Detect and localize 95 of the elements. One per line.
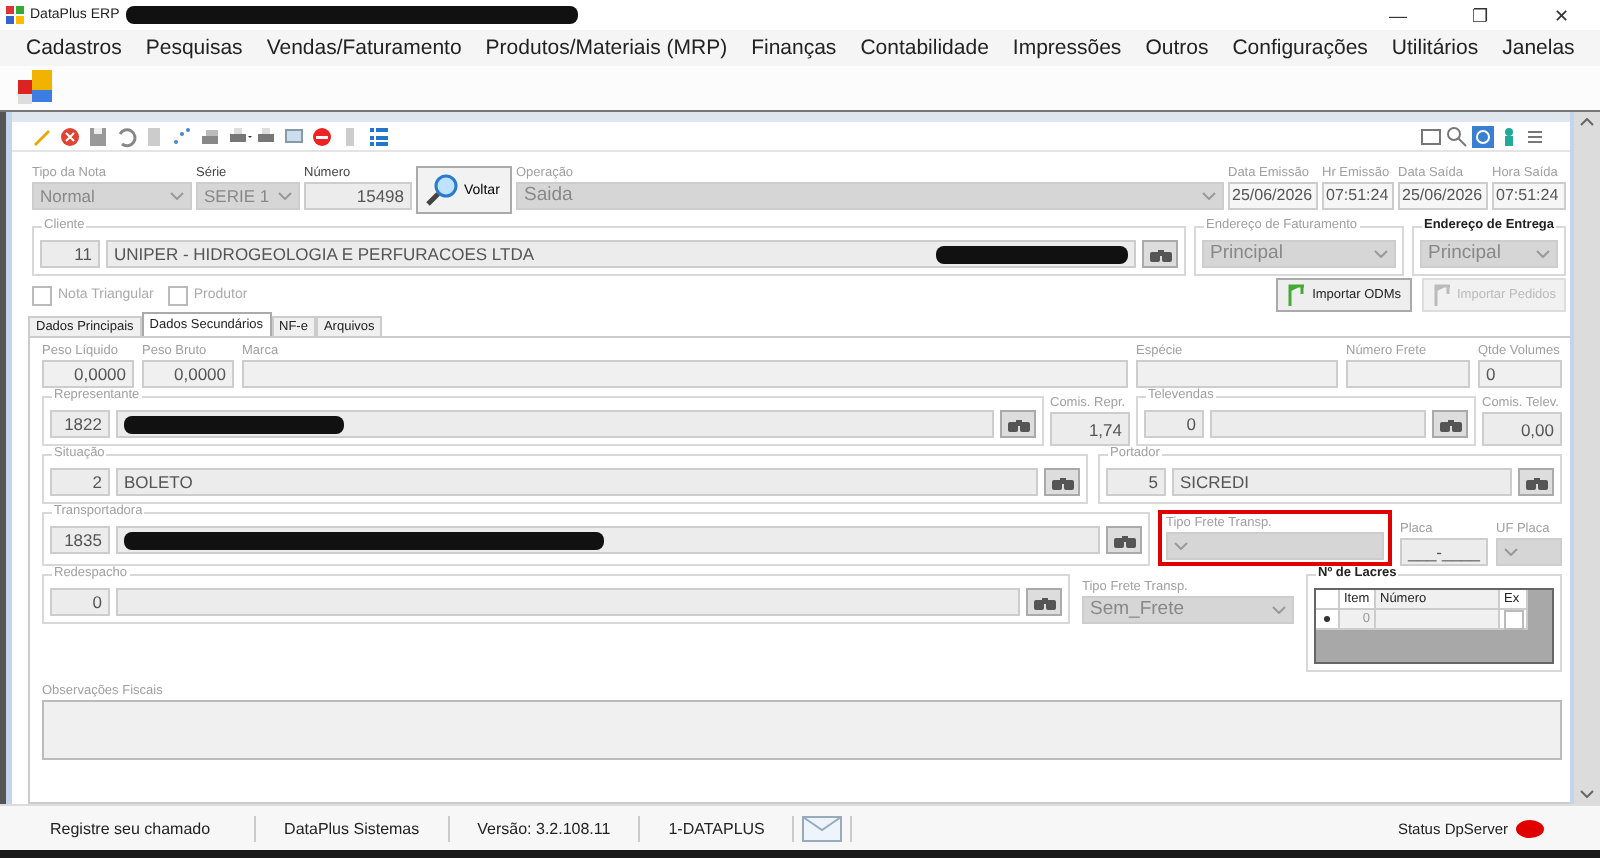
input-field[interactable] bbox=[116, 526, 1100, 554]
status-text: 1-DATAPLUS bbox=[640, 815, 795, 841]
input-field[interactable]: UNIPER - HIDROGEOLOGIA E PERFURACOES LTDA bbox=[106, 240, 1136, 268]
input-field[interactable]: SICREDI bbox=[1172, 468, 1512, 496]
caret-icon bbox=[170, 192, 184, 200]
menu-item[interactable]: Produtos/Materiais (MRP) bbox=[473, 36, 740, 60]
menu-item[interactable]: Utilitários bbox=[1379, 36, 1491, 60]
menu-item[interactable]: Vendas/Faturamento bbox=[254, 36, 474, 60]
scatter-icon[interactable] bbox=[172, 125, 196, 147]
binoculars-icon bbox=[1525, 475, 1547, 489]
scrollbar[interactable] bbox=[1570, 112, 1600, 804]
envelope-icon[interactable] bbox=[802, 815, 843, 841]
caret-icon bbox=[1504, 548, 1518, 556]
row-indicator-icon bbox=[1324, 616, 1330, 622]
save-icon[interactable] bbox=[88, 125, 112, 147]
table-cell[interactable] bbox=[1376, 610, 1500, 630]
binoculars-icon bbox=[1007, 417, 1029, 431]
binoculars-icon bbox=[1149, 247, 1171, 261]
input-field[interactable] bbox=[242, 360, 1128, 388]
caret-icon bbox=[1374, 250, 1388, 258]
app-icon bbox=[6, 6, 24, 24]
binoculars-icon bbox=[1033, 595, 1055, 609]
no-entry-icon[interactable] bbox=[312, 125, 336, 147]
menu-item[interactable]: Impressões bbox=[1000, 36, 1134, 60]
stack-icon[interactable] bbox=[200, 125, 224, 147]
input-field[interactable] bbox=[116, 588, 1020, 616]
checkbox[interactable] bbox=[1503, 609, 1523, 629]
checkbox[interactable] bbox=[32, 285, 52, 305]
lookup-button[interactable] bbox=[1044, 468, 1080, 496]
checkbox[interactable] bbox=[167, 285, 188, 305]
input-field[interactable]: 07:51:24 bbox=[1322, 182, 1394, 210]
input-field[interactable]: 0 bbox=[50, 588, 110, 616]
input-field[interactable]: 07:51:24 bbox=[1492, 182, 1566, 210]
input-field[interactable]: 0,00 bbox=[1482, 412, 1562, 446]
input-field[interactable]: 5 bbox=[1106, 468, 1166, 496]
status-dot bbox=[1516, 819, 1544, 837]
input-field[interactable]: 1,74 bbox=[1050, 412, 1130, 446]
printer-icon[interactable] bbox=[228, 125, 252, 147]
input-field[interactable]: 0 bbox=[1478, 360, 1562, 388]
input-field[interactable]: 25/06/2026 bbox=[1398, 182, 1488, 210]
input-field[interactable]: 0,0000 bbox=[42, 360, 134, 388]
caret-icon bbox=[278, 192, 292, 200]
input-field[interactable]: 0,0000 bbox=[142, 360, 234, 388]
magnifier-icon bbox=[426, 174, 458, 206]
lookup-button[interactable] bbox=[1000, 410, 1036, 438]
menu-item[interactable]: Pesquisas bbox=[133, 36, 255, 60]
lookup-button[interactable] bbox=[1432, 410, 1468, 438]
lookup-button[interactable] bbox=[1106, 526, 1142, 554]
menu-icon[interactable] bbox=[1524, 125, 1546, 147]
status-text: Registre seu chamado bbox=[6, 815, 257, 841]
crane-icon bbox=[1286, 284, 1307, 306]
binoculars-icon bbox=[1439, 417, 1461, 431]
binoculars-icon bbox=[1051, 475, 1073, 489]
blocks-icon[interactable] bbox=[18, 70, 56, 106]
cancel-icon[interactable] bbox=[60, 125, 84, 147]
input-field[interactable] bbox=[1210, 410, 1426, 438]
undo-icon[interactable] bbox=[116, 125, 140, 147]
maximize-button[interactable]: ❐ bbox=[1442, 0, 1518, 30]
menu-item[interactable]: Configurações bbox=[1220, 36, 1380, 60]
lookup-button[interactable] bbox=[1026, 588, 1062, 616]
input-field[interactable]: BOLETO bbox=[116, 468, 1038, 496]
input-field[interactable]: 15498 bbox=[304, 182, 412, 210]
status-text: Versão: 3.2.108.11 bbox=[449, 815, 641, 841]
caret-icon bbox=[1202, 192, 1216, 200]
minimize-button[interactable]: — bbox=[1360, 0, 1436, 30]
close-button[interactable]: ✕ bbox=[1524, 0, 1600, 30]
input-field[interactable]: 1822 bbox=[50, 410, 110, 438]
caret-icon bbox=[1272, 606, 1286, 614]
input-field[interactable]: 11 bbox=[40, 240, 100, 268]
refresh-icon[interactable] bbox=[1472, 125, 1494, 147]
list-icon[interactable] bbox=[368, 125, 392, 147]
input-field[interactable]: 0 bbox=[1144, 410, 1204, 438]
input-field[interactable]: ___-____ bbox=[1400, 538, 1488, 566]
menu-item[interactable]: Cadastros bbox=[14, 36, 134, 60]
menu-item[interactable]: Janelas bbox=[1490, 36, 1587, 60]
input-field[interactable] bbox=[116, 410, 994, 438]
input-field[interactable]: 1835 bbox=[50, 526, 110, 554]
menu-item[interactable]: Contabilidade bbox=[848, 36, 1001, 60]
magnifier-icon[interactable] bbox=[1446, 125, 1468, 147]
input-field[interactable] bbox=[1136, 360, 1338, 388]
menu-item[interactable]: Outros bbox=[1133, 36, 1221, 60]
envelope-icon[interactable] bbox=[284, 125, 308, 147]
caret-icon bbox=[1174, 542, 1188, 550]
input-field[interactable] bbox=[1346, 360, 1470, 388]
menu-item[interactable]: Finanças bbox=[739, 36, 849, 60]
window-icon[interactable] bbox=[1420, 125, 1442, 147]
status-text: DataPlus Sistemas bbox=[256, 815, 450, 841]
crane-icon bbox=[1431, 284, 1451, 306]
input-field[interactable]: 2 bbox=[50, 468, 110, 496]
binoculars-icon bbox=[1113, 533, 1135, 547]
lookup-button[interactable] bbox=[1142, 240, 1178, 268]
printer-icon[interactable] bbox=[256, 125, 280, 147]
input-field[interactable]: 25/06/2026 bbox=[1228, 182, 1318, 210]
lookup-button[interactable] bbox=[1518, 468, 1554, 496]
caret-icon bbox=[1536, 250, 1550, 258]
